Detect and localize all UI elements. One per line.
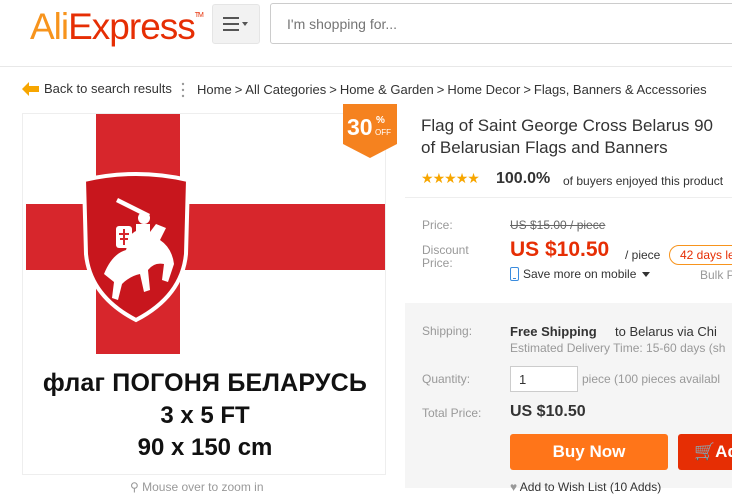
discount-badge: 30 % OFF — [343, 104, 397, 158]
cart-icon: 🛒 — [694, 442, 716, 461]
quantity-input[interactable] — [510, 366, 578, 392]
rating-stars[interactable]: ★ ★ ★ ★ ★ — [421, 170, 480, 186]
shipping-destination[interactable]: to Belarus via Chi — [615, 324, 717, 339]
belarus-pahonia-flag-image — [26, 114, 385, 354]
info-divider — [405, 197, 732, 198]
search-input[interactable] — [270, 3, 732, 44]
magnifier-icon: ⚲ — [130, 480, 143, 494]
free-shipping: Free Shipping — [510, 324, 597, 339]
category-menu-button[interactable] — [212, 4, 260, 44]
breadcrumb-home-decor[interactable]: Home Decor — [447, 82, 520, 97]
breadcrumb-all-categories[interactable]: All Categories — [245, 82, 326, 97]
wishlist-label: Add to Wish List (10 Adds) — [519, 480, 662, 494]
breadcrumb-home-garden[interactable]: Home & Garden — [340, 82, 434, 97]
discount-price: US $10.50 — [510, 238, 610, 261]
heart-icon: ♥ — [510, 480, 520, 494]
mobile-phone-icon — [510, 267, 519, 281]
discount-price-label-2: Price: — [422, 256, 453, 270]
flag-caption-size-cm: 90 x 150 cm — [137, 434, 273, 461]
zoom-hint-text: Mouse over to zoom in — [142, 480, 264, 494]
estimated-delivery-time: Estimated Delivery Time: 15-60 days (sh — [510, 341, 726, 355]
logo-text-express: Express — [68, 6, 196, 47]
days-left-badge: 42 days le — [669, 245, 732, 265]
product-main-image[interactable]: флаг ПОГОНЯ БЕЛАРУСЬ 3 x 5 FT 90 x 150 c… — [22, 113, 386, 475]
mobile-savings-label: Save more on mobile — [523, 267, 637, 281]
hamburger-menu-icon — [223, 17, 248, 31]
discount-price-label: Discount — [422, 243, 469, 257]
back-to-search-link[interactable]: Back to search results — [22, 81, 172, 96]
total-price-label: Total Price: — [422, 406, 482, 420]
rating-percent: 100.0% — [496, 170, 551, 187]
breadcrumb-separator: > — [436, 82, 445, 97]
rating-description: of buyers enjoyed this product — [563, 174, 724, 188]
flag-caption-title: флаг ПОГОНЯ БЕЛАРУСЬ — [42, 369, 368, 397]
discount-value: 30 — [347, 114, 373, 140]
add-to-wishlist-link[interactable]: ♥ Add to Wish List (10 Adds) — [510, 480, 661, 494]
original-price: US $15.00 / piece — [510, 218, 606, 232]
product-title-line-2: of Belarusian Flags and Banners — [421, 138, 668, 157]
caret-down-icon — [642, 271, 651, 277]
buy-now-button[interactable]: Buy Now — [510, 434, 668, 470]
discount-percent-sign: % — [376, 115, 385, 126]
vertical-dots-divider — [181, 82, 185, 98]
breadcrumb: Home > All Categories > Home & Garden > Home D… — [197, 82, 707, 97]
logo-trademark: TM — [194, 12, 204, 19]
zoom-hint: ⚲ Mouse over to zoom in — [130, 480, 264, 494]
breadcrumb-home[interactable]: Home — [197, 82, 232, 97]
price-label: Price: — [422, 218, 453, 232]
discount-off-label: OFF — [375, 128, 391, 137]
aliexpress-logo[interactable]: AliExpressTM — [30, 6, 204, 48]
product-title-line-1: Flag of Saint George Cross Belarus 90 — [421, 116, 713, 135]
star-icon: ★ — [467, 170, 480, 186]
quantity-availability: piece (100 pieces availabl — [582, 372, 721, 386]
bulk-price-link[interactable]: Bulk P — [700, 268, 732, 282]
logo-text-ali: Ali — [30, 6, 69, 47]
header-divider — [0, 66, 732, 67]
breadcrumb-flags-banners[interactable]: Flags, Banners & Accessories — [534, 82, 707, 97]
breadcrumb-separator: > — [523, 82, 531, 97]
breadcrumb-separator: > — [234, 82, 243, 97]
price-unit: / piece — [625, 248, 661, 262]
add-to-cart-button[interactable]: 🛒Ad — [678, 434, 732, 470]
save-more-on-mobile-dropdown[interactable]: Save more on mobile — [510, 267, 651, 281]
total-price: US $10.50 — [510, 403, 586, 420]
shipping-label: Shipping: — [422, 324, 473, 338]
breadcrumb-separator: > — [329, 82, 337, 97]
back-link-label: Back to search results — [44, 81, 172, 96]
flag-caption-size-ft: 3 x 5 FT — [160, 402, 250, 429]
add-to-cart-label: Ad — [715, 442, 732, 461]
arrow-left-icon — [22, 81, 39, 96]
quantity-label: Quantity: — [422, 372, 471, 386]
